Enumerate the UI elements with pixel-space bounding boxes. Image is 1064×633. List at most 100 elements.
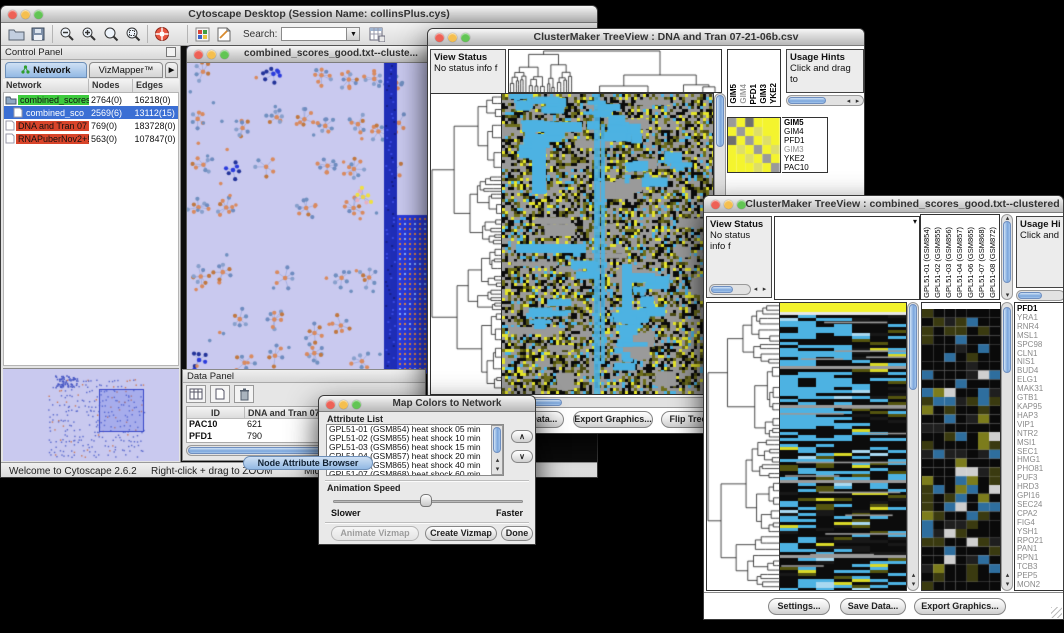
scroll-down-icon[interactable]: ▾: [1003, 580, 1012, 589]
scroll-up-icon[interactable]: ▴: [493, 456, 502, 465]
attribute-list-item[interactable]: GPL51-07 (GSM868) heat shock 60 min: [327, 470, 490, 476]
zoom-button[interactable]: [220, 50, 229, 59]
scroll-up-icon[interactable]: ▴: [1003, 214, 1012, 223]
column-header-nodes[interactable]: Nodes: [89, 79, 133, 92]
move-down-button[interactable]: ∨: [511, 450, 533, 463]
column-label[interactable]: GPL51-07 (GSM868): [977, 227, 987, 298]
scrollbar-thumb[interactable]: [711, 286, 733, 293]
network-canvas[interactable]: [187, 63, 431, 374]
scrollbar-thumb[interactable]: [1018, 292, 1042, 299]
zoom-selected-icon[interactable]: [100, 24, 122, 44]
network-row-combined-sco-selected[interactable]: combined_sco 2569(6) 13112(15): [4, 106, 178, 119]
scrollbar-thumb[interactable]: [788, 97, 826, 104]
scroll-up-icon[interactable]: ▴: [909, 571, 918, 580]
close-button[interactable]: [8, 10, 17, 19]
row-dendrogram-panel[interactable]: [430, 93, 502, 395]
correlation-matrix-canvas[interactable]: [728, 118, 780, 172]
zoom-button[interactable]: [352, 400, 361, 409]
scroll-down-icon[interactable]: ▾: [493, 465, 502, 474]
export-graphics-button[interactable]: Export Graphics...: [914, 598, 1006, 615]
gene-label[interactable]: MON2: [1017, 581, 1062, 590]
column-label[interactable]: GPL51-03 (GSM856): [944, 227, 954, 298]
scroll-left-icon[interactable]: ◂: [751, 285, 760, 294]
treeview-combined-titlebar[interactable]: ClusterMaker TreeView : combined_scores_…: [704, 196, 1063, 213]
column-label[interactable]: GPL51-02 (GSM855): [933, 227, 943, 298]
scroll-right-icon[interactable]: ▸: [760, 285, 769, 294]
scroll-right-icon[interactable]: ▸: [853, 97, 862, 106]
close-button[interactable]: [326, 400, 335, 409]
zoom-button[interactable]: [34, 10, 43, 19]
network-row-dna-tran[interactable]: DNA and Tran 07 769(0) 183728(0): [4, 119, 178, 132]
network-view-titlebar[interactable]: combined_scores_good.txt--cluste...: [187, 46, 431, 63]
attribute-table-icon[interactable]: [366, 24, 388, 44]
hscrollbar[interactable]: [709, 284, 751, 295]
detail-vscrollbar[interactable]: ▴ ▾: [1001, 302, 1013, 591]
scroll-up-icon[interactable]: ▴: [1003, 571, 1012, 580]
annotation-icon[interactable]: [213, 24, 235, 44]
column-label[interactable]: YKE2: [769, 83, 779, 104]
select-attributes-icon[interactable]: [186, 385, 206, 403]
move-up-button[interactable]: ∧: [511, 430, 533, 443]
scrollbar-thumb[interactable]: [716, 95, 724, 147]
list-vscrollbar[interactable]: ▴ ▾: [491, 425, 503, 475]
delete-attribute-trash-icon[interactable]: [234, 385, 254, 403]
zoom-in-icon[interactable]: [78, 24, 100, 44]
usage-hscrollbar[interactable]: [1016, 290, 1064, 301]
column-label[interactable]: GIM3: [759, 84, 769, 104]
row-dendrogram-panel[interactable]: [706, 302, 780, 591]
zoom-fit-icon[interactable]: [122, 24, 144, 44]
detail-heatmap-panel[interactable]: [921, 302, 1001, 591]
column-label[interactable]: GPL51-01 (GSM854): [922, 227, 932, 298]
column-header-id[interactable]: ID: [187, 407, 245, 418]
heatmap-canvas[interactable]: [780, 303, 906, 590]
new-attribute-icon[interactable]: [210, 385, 230, 403]
search-input[interactable]: [281, 27, 347, 41]
animate-vizmap-button[interactable]: Animate Vizmap: [331, 526, 419, 541]
tab-network[interactable]: Network: [5, 62, 87, 78]
heatmap-panel[interactable]: [501, 93, 714, 395]
column-label[interactable]: PFD1: [749, 84, 759, 104]
column-label[interactable]: GPL51-04 (GSM857): [955, 227, 965, 298]
open-folder-button[interactable]: [5, 24, 27, 44]
scroll-down-icon[interactable]: ▾: [909, 580, 918, 589]
column-label[interactable]: GIM5: [729, 84, 739, 104]
column-dendrogram-canvas[interactable]: [509, 50, 721, 92]
tab-vizmapper[interactable]: VizMapper™: [89, 62, 163, 78]
column-dendrogram-panel[interactable]: ▾: [774, 216, 920, 300]
minimize-button[interactable]: [21, 10, 30, 19]
tab-overflow-button[interactable]: ▶: [165, 62, 178, 78]
minimize-button[interactable]: [448, 33, 457, 42]
save-data-button[interactable]: Save Data...: [840, 598, 906, 615]
export-graphics-button[interactable]: Export Graphics...: [573, 411, 653, 428]
save-button[interactable]: [27, 24, 49, 44]
float-panel-icon[interactable]: [166, 47, 176, 57]
column-dendrogram-panel[interactable]: [508, 49, 722, 93]
heatmap-vscrollbar[interactable]: ▴ ▾: [907, 302, 919, 591]
heatmap-panel[interactable]: [779, 302, 907, 591]
column-header-edges[interactable]: Edges: [133, 79, 179, 92]
slider-thumb[interactable]: [420, 494, 432, 507]
correlation-matrix-panel[interactable]: [727, 117, 781, 173]
detail-heatmap-canvas[interactable]: [922, 309, 1000, 590]
scrollbar-thumb[interactable]: [1003, 307, 1011, 373]
scrollbar-thumb[interactable]: [909, 304, 917, 390]
tree-collapse-icon[interactable]: ▾: [913, 217, 917, 226]
usage-hscrollbar[interactable]: ◂ ▸: [786, 95, 864, 106]
settings-button[interactable]: Settings...: [768, 598, 830, 615]
minimize-button[interactable]: [207, 50, 216, 59]
column-label[interactable]: GPL51-06 (GSM865): [966, 227, 976, 298]
main-titlebar[interactable]: Cytoscape Desktop (Session Name: collins…: [1, 6, 597, 23]
column-label[interactable]: GPL51-08 (GSM872): [988, 227, 998, 298]
minimize-button[interactable]: [724, 200, 733, 209]
gene-label[interactable]: PAC10: [784, 164, 825, 173]
done-button[interactable]: Done: [501, 526, 533, 541]
network-overview-canvas[interactable]: [3, 369, 177, 460]
close-button[interactable]: [711, 200, 720, 209]
close-button[interactable]: [194, 50, 203, 59]
row-dendrogram-canvas[interactable]: [431, 94, 501, 394]
column-label[interactable]: PAC10: [779, 79, 781, 104]
network-row-combined-scores[interactable]: combined_scores 2764(0) 16218(0): [4, 93, 178, 106]
scroll-left-icon[interactable]: ◂: [844, 97, 853, 106]
search-dropdown-arrow[interactable]: ▼: [347, 27, 360, 41]
column-labels-vscrollbar[interactable]: ▴ ▾: [1001, 214, 1013, 300]
